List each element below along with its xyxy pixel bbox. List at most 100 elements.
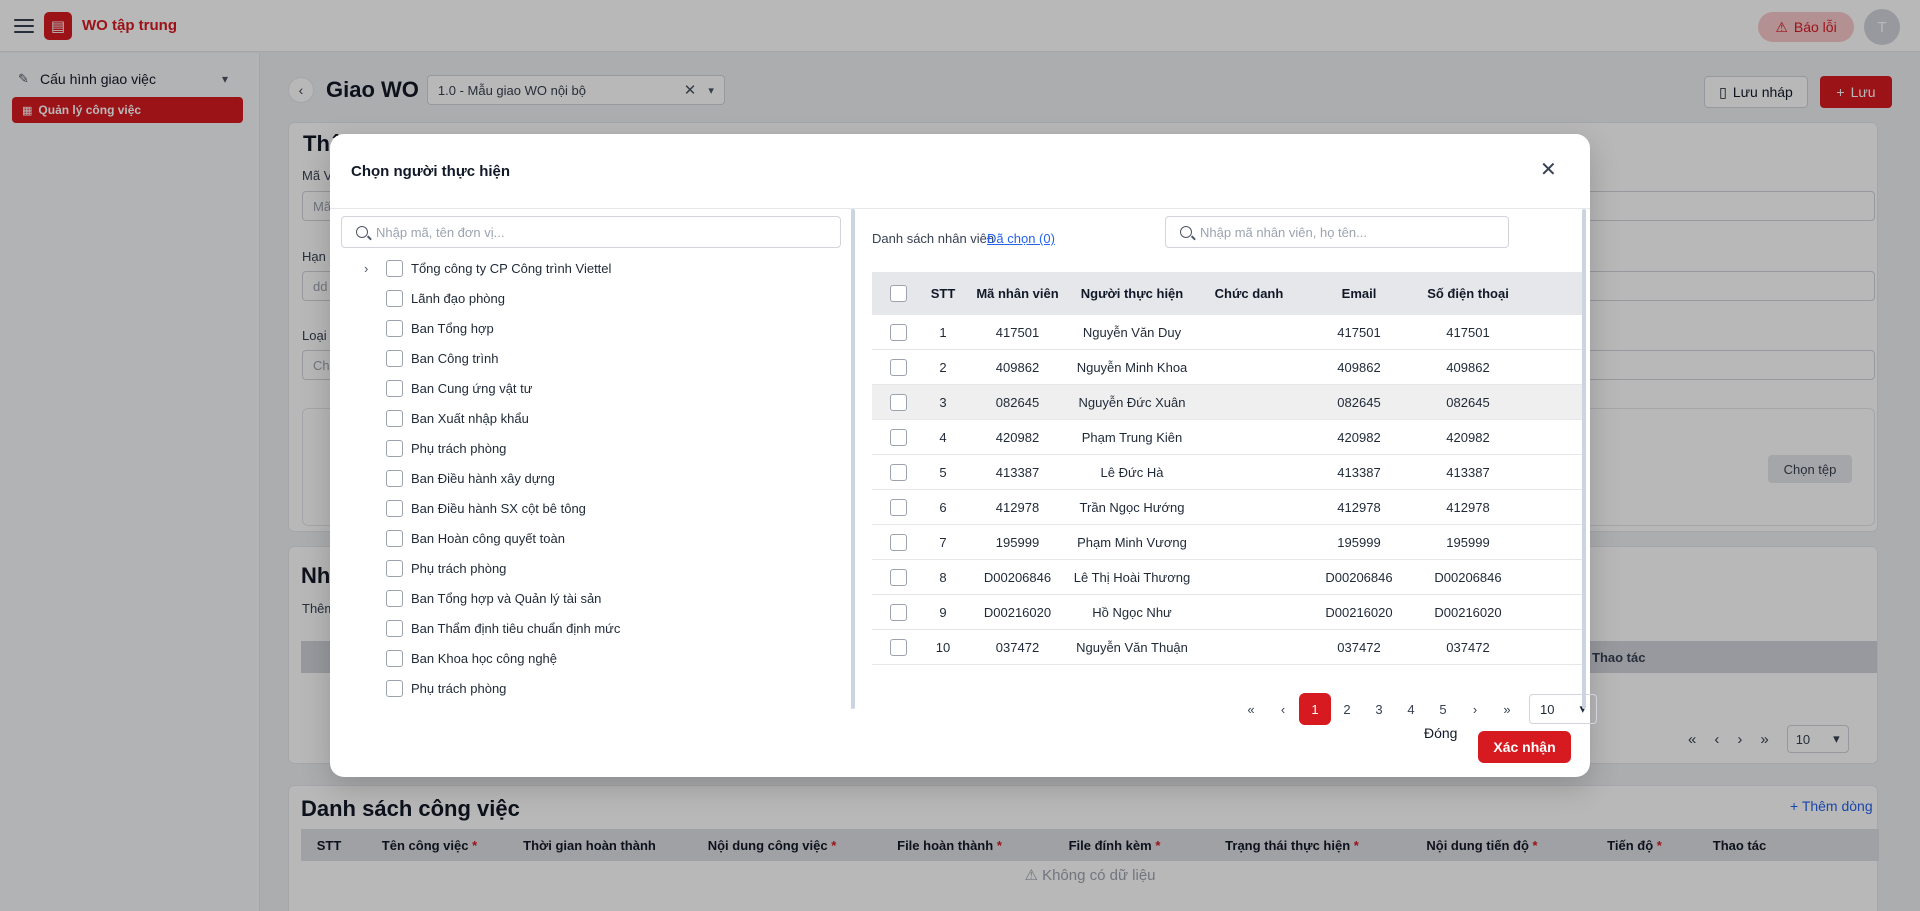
cell-name: Trần Ngọc Hướng xyxy=(1079,499,1185,515)
table-row[interactable]: 5 413387 Lê Đức Hà 413387 413387 xyxy=(872,455,1582,490)
prev-page-icon[interactable]: ‹ xyxy=(1267,693,1299,725)
tree-checkbox[interactable] xyxy=(386,349,403,367)
tree-item[interactable]: › Tổng công ty CP Công trình Viettel xyxy=(340,253,611,283)
tree-checkbox[interactable] xyxy=(386,649,403,667)
tree-checkbox[interactable] xyxy=(386,589,403,607)
tree-checkbox[interactable] xyxy=(386,619,403,637)
tree-item[interactable]: Ban Hoàn công quyết toàn xyxy=(340,523,565,553)
first-page-icon[interactable]: « xyxy=(1235,693,1267,725)
tree-item[interactable]: Ban Khoa học công nghệ xyxy=(340,643,557,673)
cell-stt: 7 xyxy=(939,534,947,550)
cell-phone: 420982 xyxy=(1446,429,1490,445)
tree-item[interactable]: Phụ trách phòng xyxy=(340,553,506,583)
select-all-checkbox[interactable] xyxy=(889,285,907,302)
cell-name: Lê Đức Hà xyxy=(1100,464,1164,480)
tree-item[interactable]: Ban Xuất nhập khẩu xyxy=(340,403,529,433)
row-checkbox[interactable] xyxy=(889,603,907,621)
page-size-value: 10 xyxy=(1540,701,1555,717)
unit-search-input[interactable]: Nhập mã, tên đơn vị... xyxy=(341,216,841,248)
page-button[interactable]: 5 xyxy=(1427,693,1459,725)
cell-stt: 2 xyxy=(939,359,947,375)
cell-name: Lê Thị Hoài Thương xyxy=(1073,569,1191,585)
row-checkbox[interactable] xyxy=(889,568,907,586)
tree-item[interactable]: Ban Thẩm định tiêu chuẩn định mức xyxy=(340,613,620,643)
cell-name: Phạm Minh Vương xyxy=(1077,534,1187,550)
cell-email: D00206846 xyxy=(1325,569,1393,585)
row-checkbox[interactable] xyxy=(889,358,907,376)
row-checkbox[interactable] xyxy=(889,533,907,551)
page-button-current[interactable]: 1 xyxy=(1299,693,1331,725)
cell-code: 413387 xyxy=(995,464,1040,480)
col-header-assignee: Người thực hiện xyxy=(1080,286,1184,301)
selected-count-link[interactable]: Đã chọn (0) xyxy=(987,231,1055,246)
tree-checkbox[interactable] xyxy=(386,439,403,457)
table-row[interactable]: 4 420982 Phạm Trung Kiên 420982 420982 xyxy=(872,420,1582,455)
table-row[interactable]: 7 195999 Phạm Minh Vương 195999 195999 xyxy=(872,525,1582,560)
cell-code: 082645 xyxy=(995,394,1040,410)
chevron-right-icon[interactable]: › xyxy=(364,261,368,276)
tree-checkbox[interactable] xyxy=(386,409,403,427)
tree-item[interactable]: Ban Công trình xyxy=(340,343,498,373)
employee-search-input[interactable]: Nhập mã nhân viên, họ tên... xyxy=(1165,216,1509,248)
tree-checkbox[interactable] xyxy=(386,529,403,547)
table-row[interactable]: 6 412978 Trần Ngọc Hướng 412978 412978 xyxy=(872,490,1582,525)
table-row[interactable]: 2 409862 Nguyễn Minh Khoa 409862 409862 xyxy=(872,350,1582,385)
tree-item-label: Ban Tổng hợp xyxy=(411,320,494,336)
tree-checkbox[interactable] xyxy=(386,469,403,487)
row-checkbox[interactable] xyxy=(889,393,907,411)
cell-stt: 1 xyxy=(939,324,947,340)
tree-checkbox[interactable] xyxy=(386,319,403,337)
tree-item[interactable]: Lãnh đạo phòng xyxy=(340,283,505,313)
row-checkbox[interactable] xyxy=(889,323,907,341)
employee-scrollbar[interactable] xyxy=(1582,209,1586,709)
page-button[interactable]: 4 xyxy=(1395,693,1427,725)
cell-phone: D00206846 xyxy=(1434,569,1502,585)
cell-phone: 037472 xyxy=(1446,639,1490,655)
cell-email: D00216020 xyxy=(1325,604,1393,620)
confirm-button[interactable]: Xác nhận xyxy=(1478,731,1571,763)
tree-checkbox[interactable] xyxy=(386,289,403,307)
cell-email: 082645 xyxy=(1337,394,1381,410)
close-icon[interactable]: ✕ xyxy=(1540,160,1557,180)
row-checkbox[interactable] xyxy=(889,428,907,446)
table-row[interactable]: 8 D00206846 Lê Thị Hoài Thương D00206846… xyxy=(872,560,1582,595)
tree-checkbox[interactable] xyxy=(386,499,403,517)
tree-item[interactable]: Ban Điều hành SX cột bê tông xyxy=(340,493,586,523)
cell-email: 413387 xyxy=(1337,464,1381,480)
tree-item[interactable]: Ban Điều hành xây dựng xyxy=(340,463,555,493)
tree-scrollbar[interactable] xyxy=(851,209,855,709)
cell-stt: 9 xyxy=(939,604,947,620)
employee-search-placeholder: Nhập mã nhân viên, họ tên... xyxy=(1200,224,1367,240)
tree-item[interactable]: Ban Tổng hợp và Quản lý tài sản xyxy=(340,583,601,613)
cell-phone: 412978 xyxy=(1446,499,1490,515)
table-row[interactable]: 9 D00216020 Hồ Ngọc Như D00216020 D00216… xyxy=(872,595,1582,630)
tree-item-label: Phụ trách phòng xyxy=(411,440,507,456)
next-page-icon[interactable]: › xyxy=(1459,693,1491,725)
tree-item-label: Ban Công trình xyxy=(411,350,499,366)
cell-code: 037472 xyxy=(995,639,1040,655)
table-row[interactable]: 10 037472 Nguyễn Văn Thuận 037472 037472 xyxy=(872,630,1582,665)
page-size-select[interactable]: 10 ▾ xyxy=(1529,694,1597,724)
page-button[interactable]: 2 xyxy=(1331,693,1363,725)
tree-item[interactable]: Ban Tổng hợp xyxy=(340,313,494,343)
page-button[interactable]: 3 xyxy=(1363,693,1395,725)
row-checkbox[interactable] xyxy=(889,498,907,516)
tree-checkbox[interactable] xyxy=(386,379,403,397)
col-header-email: Email xyxy=(1341,286,1377,301)
row-checkbox[interactable] xyxy=(889,638,907,656)
tree-item[interactable]: Ban Cung ứng vật tư xyxy=(340,373,532,403)
close-button[interactable]: Đóng xyxy=(1424,725,1457,741)
tree-item-label: Ban Hoàn công quyết toàn xyxy=(411,530,565,546)
last-page-icon[interactable]: » xyxy=(1491,693,1523,725)
row-checkbox[interactable] xyxy=(889,463,907,481)
cell-name: Nguyễn Đức Xuân xyxy=(1078,394,1186,410)
tree-checkbox[interactable] xyxy=(386,259,403,277)
cell-email: 420982 xyxy=(1337,429,1381,445)
table-row[interactable]: 3 082645 Nguyễn Đức Xuân 082645 082645 xyxy=(872,385,1582,420)
unit-tree-panel: Nhập mã, tên đơn vị... › Tổng công ty CP… xyxy=(340,209,852,709)
table-row[interactable]: 1 417501 Nguyễn Văn Duy 417501 417501 xyxy=(872,315,1582,350)
tree-item[interactable]: Phụ trách phòng xyxy=(340,673,506,703)
tree-checkbox[interactable] xyxy=(386,679,403,697)
tree-item[interactable]: Phụ trách phòng xyxy=(340,433,506,463)
tree-checkbox[interactable] xyxy=(386,559,403,577)
